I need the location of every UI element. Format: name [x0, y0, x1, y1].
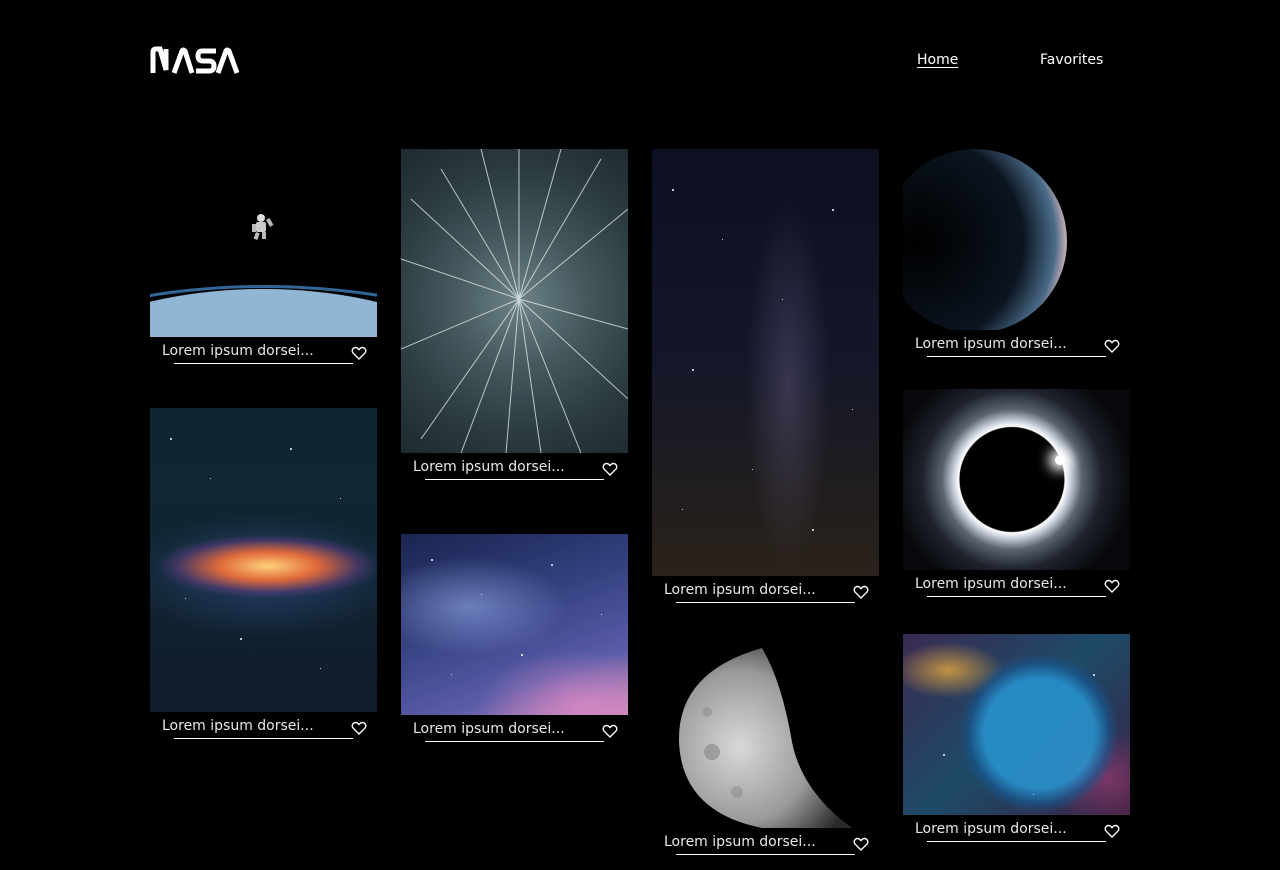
heart-icon[interactable] — [853, 584, 869, 600]
card-title: Lorem ipsum dorsei... — [664, 834, 816, 850]
card-image-moon[interactable] — [652, 642, 879, 828]
card-underline — [927, 356, 1106, 357]
heart-icon[interactable] — [1104, 578, 1120, 594]
card-caption: Lorem ipsum dorsei... — [903, 570, 1130, 600]
gallery-card[interactable]: Lorem ipsum dorsei... — [401, 149, 628, 483]
card-image-solar-eclipse[interactable] — [903, 389, 1130, 570]
card-underline — [174, 738, 353, 739]
gallery-card[interactable]: Lorem ipsum dorsei... — [652, 642, 879, 858]
card-underline — [174, 363, 353, 364]
card-underline — [927, 841, 1106, 842]
heart-icon[interactable] — [602, 461, 618, 477]
card-title: Lorem ipsum dorsei... — [915, 336, 1067, 352]
card-underline — [676, 854, 855, 855]
gallery-card[interactable]: Lorem ipsum dorsei... — [401, 534, 628, 745]
heart-icon[interactable] — [1104, 823, 1120, 839]
gallery-card[interactable]: Lorem ipsum dorsei... — [150, 149, 377, 367]
card-caption: Lorem ipsum dorsei... — [652, 576, 879, 606]
gallery-card[interactable]: Lorem ipsum dorsei... — [150, 408, 377, 742]
gallery-card[interactable]: Lorem ipsum dorsei... — [903, 149, 1130, 360]
gallery-card[interactable]: Lorem ipsum dorsei... — [903, 634, 1130, 845]
gallery-card[interactable]: Lorem ipsum dorsei... — [652, 149, 879, 606]
heart-icon[interactable] — [853, 836, 869, 852]
nav-favorites-link[interactable]: Favorites — [1040, 52, 1103, 68]
card-title: Lorem ipsum dorsei... — [664, 582, 816, 598]
card-caption: Lorem ipsum dorsei... — [903, 815, 1130, 845]
gallery-card[interactable]: Lorem ipsum dorsei... — [903, 389, 1130, 600]
heart-icon[interactable] — [351, 720, 367, 736]
card-underline — [676, 602, 855, 603]
nasa-logo[interactable] — [150, 46, 240, 78]
card-caption: Lorem ipsum dorsei... — [903, 330, 1130, 360]
card-image-star-trails[interactable] — [401, 149, 628, 453]
card-image-bubble-nebula[interactable] — [903, 634, 1130, 815]
card-caption: Lorem ipsum dorsei... — [150, 337, 377, 367]
heart-icon[interactable] — [351, 345, 367, 361]
card-title: Lorem ipsum dorsei... — [915, 821, 1067, 837]
card-caption: Lorem ipsum dorsei... — [652, 828, 879, 858]
header: Home Favorites — [150, 46, 1130, 76]
nav-home-link[interactable]: Home — [917, 52, 958, 68]
card-image-astronaut[interactable] — [150, 149, 377, 337]
card-image-blue-nebula[interactable] — [401, 534, 628, 715]
card-caption: Lorem ipsum dorsei... — [401, 715, 628, 745]
card-title: Lorem ipsum dorsei... — [915, 576, 1067, 592]
card-image-galaxy[interactable] — [150, 408, 377, 712]
card-underline — [425, 741, 604, 742]
heart-icon[interactable] — [1104, 338, 1120, 354]
card-image-milky-way[interactable] — [652, 149, 879, 576]
card-title: Lorem ipsum dorsei... — [162, 343, 314, 359]
card-caption: Lorem ipsum dorsei... — [401, 453, 628, 483]
card-underline — [927, 596, 1106, 597]
card-title: Lorem ipsum dorsei... — [413, 459, 565, 475]
card-title: Lorem ipsum dorsei... — [413, 721, 565, 737]
card-caption: Lorem ipsum dorsei... — [150, 712, 377, 742]
heart-icon[interactable] — [602, 723, 618, 739]
card-image-planet[interactable] — [903, 149, 1130, 330]
card-title: Lorem ipsum dorsei... — [162, 718, 314, 734]
card-underline — [425, 479, 604, 480]
